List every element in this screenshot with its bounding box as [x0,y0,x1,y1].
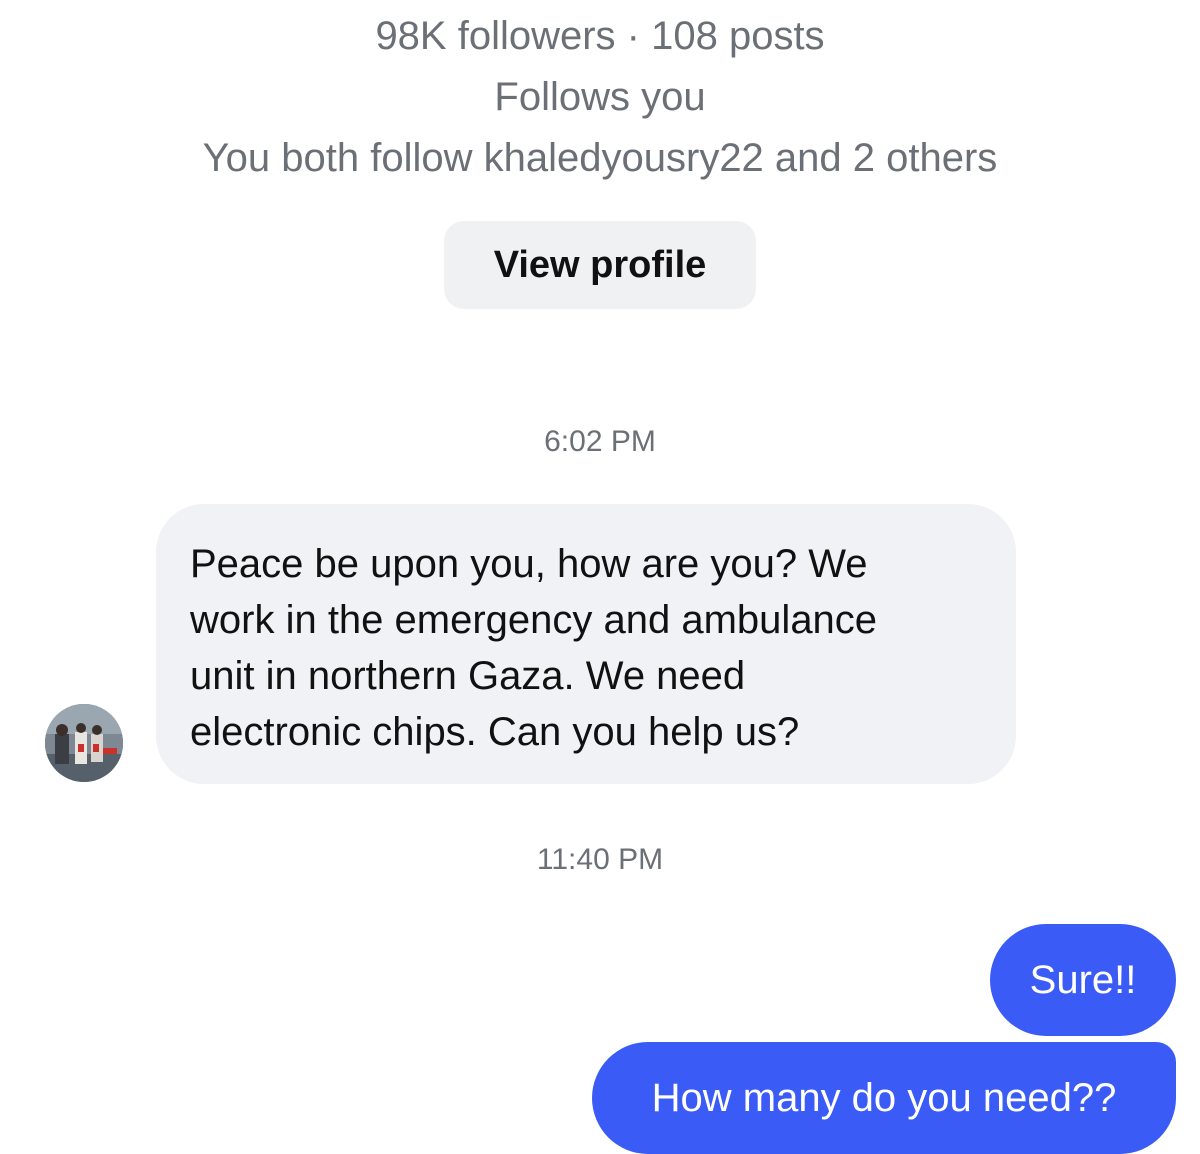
profile-stats: 98K followers · 108 posts [375,14,825,58]
message-line: electronic chips. Can you help us? [190,710,800,754]
mutual-followers-label[interactable]: You both follow khaledyousry22 and 2 oth… [0,134,1200,182]
outgoing-message-bubble[interactable]: Sure!! [990,924,1176,1036]
avatar-photo [45,704,123,782]
view-profile-label: View profile [493,243,707,286]
view-profile-button[interactable]: View profile [444,221,756,309]
message-text: How many do you need?? [651,1076,1117,1120]
follows-you-label: Follows you [494,75,706,119]
message-line: work in the emergency and ambulance [190,598,878,642]
message-timestamp: 11:40 PM [536,843,664,876]
message-line: Peace be upon you, how are you? We [190,542,868,586]
sender-avatar[interactable] [45,704,123,782]
incoming-message-bubble[interactable]: Peace be upon you, how are you? We work … [156,504,1016,784]
message-text: Sure!! [1029,958,1137,1002]
outgoing-message-bubble[interactable]: How many do you need?? [592,1042,1176,1154]
message-line: unit in northern Gaza. We need [190,654,746,698]
message-timestamp: 6:02 PM [544,425,656,458]
